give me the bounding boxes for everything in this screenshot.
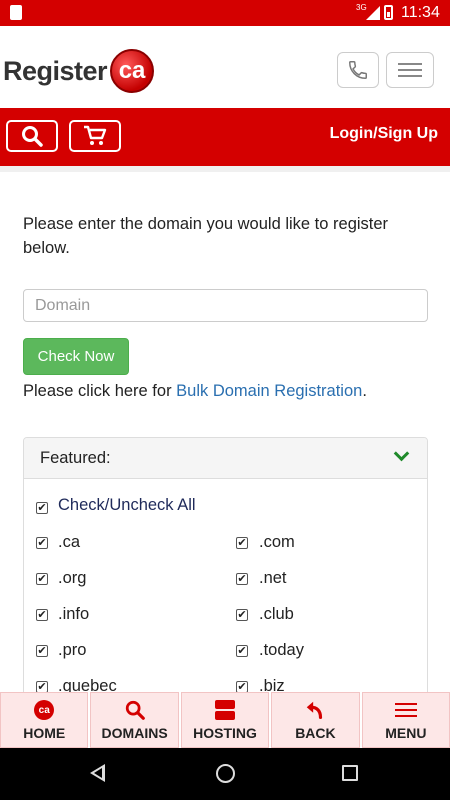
nav-hosting[interactable]: HOSTING	[180, 692, 270, 748]
tld-checkbox-info[interactable]	[36, 609, 48, 621]
bulk-registration-link[interactable]: Bulk Domain Registration	[176, 382, 362, 400]
call-button[interactable]	[337, 52, 379, 88]
tld-label: .pro	[58, 641, 87, 659]
nav-menu[interactable]: MENU	[361, 692, 450, 748]
tld-label: .com	[259, 533, 295, 551]
featured-title: Featured:	[40, 449, 111, 467]
main-content: Please enter the domain you would like t…	[0, 166, 450, 692]
chevron-down-icon	[393, 445, 410, 462]
hamburger-icon	[398, 59, 422, 81]
cart-button[interactable]	[69, 120, 121, 152]
tld-checkbox-today[interactable]	[236, 645, 248, 657]
tld-label: .quebec	[58, 677, 117, 692]
search-icon	[124, 698, 146, 722]
bottom-nav: ca HOME DOMAINS HOSTING BACK MENU	[0, 692, 450, 748]
action-bar: Login/Sign Up	[0, 108, 450, 166]
app-header: Register ca	[0, 26, 450, 108]
tld-checkbox-club[interactable]	[236, 609, 248, 621]
menu-icon	[394, 698, 417, 722]
logo-text: Register	[3, 55, 108, 86]
bulk-suffix: .	[362, 382, 367, 400]
featured-panel: Featured: Check/Uncheck All .ca .com .or…	[23, 437, 428, 692]
system-recents-icon[interactable]	[342, 765, 358, 781]
menu-toggle-button[interactable]	[386, 52, 434, 88]
tld-checkbox-quebec[interactable]	[36, 681, 48, 692]
battery-icon	[384, 5, 393, 20]
clock: 11:34	[401, 4, 440, 21]
tld-checkbox-com[interactable]	[236, 537, 248, 549]
logo-badge: ca	[110, 49, 155, 93]
intro-text: Please enter the domain you would like t…	[23, 215, 389, 257]
system-back-icon[interactable]	[90, 764, 105, 782]
tld-checkbox-org[interactable]	[36, 573, 48, 585]
system-home-icon[interactable]	[216, 764, 235, 783]
nav-back[interactable]: BACK	[271, 692, 360, 748]
server-icon	[215, 698, 236, 722]
status-bar: 3G 11:34	[0, 0, 450, 26]
nav-domains-label: DOMAINS	[101, 725, 168, 741]
check-all-checkbox[interactable]	[36, 502, 48, 514]
tld-label: .ca	[58, 533, 81, 551]
check-all-label[interactable]: Check/Uncheck All	[58, 496, 196, 515]
tld-checkbox-biz[interactable]	[236, 681, 248, 692]
bulk-registration-text: Please click here for Bulk Domain Regist…	[23, 382, 367, 401]
tld-label: .org	[58, 569, 87, 587]
back-arrow-icon	[304, 698, 326, 722]
nav-domains[interactable]: DOMAINS	[90, 692, 179, 748]
nav-hosting-label: HOSTING	[193, 725, 257, 741]
tld-checkbox-ca[interactable]	[36, 537, 48, 549]
home-icon: ca	[34, 698, 55, 722]
tld-checkbox-pro[interactable]	[36, 645, 48, 657]
nav-home[interactable]: ca HOME	[0, 692, 89, 748]
tld-checkbox-net[interactable]	[236, 573, 248, 585]
nav-menu-label: MENU	[385, 725, 427, 741]
cart-icon	[84, 125, 107, 145]
system-nav-bar	[0, 748, 450, 800]
phone-icon	[349, 61, 367, 79]
signal-icon	[366, 6, 380, 20]
tld-label: .biz	[259, 677, 285, 692]
search-button[interactable]	[6, 120, 58, 152]
featured-panel-header[interactable]: Featured:	[24, 438, 427, 479]
sd-card-icon	[10, 5, 22, 20]
tld-label: .net	[259, 569, 287, 587]
nav-back-label: BACK	[295, 725, 336, 741]
logo[interactable]: Register ca	[3, 48, 155, 94]
tld-label: .club	[259, 605, 294, 623]
domain-input[interactable]	[23, 289, 428, 322]
check-now-button[interactable]: Check Now	[23, 338, 129, 375]
nav-home-label: HOME	[23, 725, 66, 741]
home-icon-text: ca	[34, 700, 55, 720]
tld-label: .info	[58, 605, 90, 623]
tld-label: .today	[259, 641, 304, 659]
login-signup-link[interactable]: Login/Sign Up	[330, 125, 438, 143]
bulk-prefix: Please click here for	[23, 382, 177, 400]
search-icon	[22, 126, 43, 147]
